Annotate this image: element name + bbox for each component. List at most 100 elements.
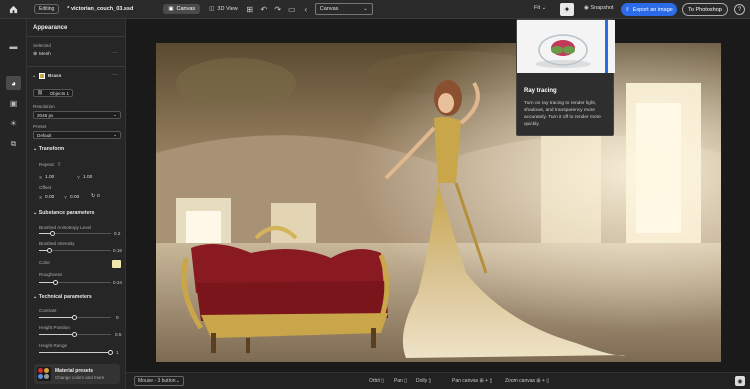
view-select-value: Canvas	[319, 6, 339, 12]
mouse-icon: ▯	[489, 378, 493, 384]
link-icon: ⛓	[37, 90, 43, 95]
resolution-label: Resolution	[33, 104, 55, 109]
key-icon: ⊞	[479, 378, 484, 384]
lock-icon[interactable]: ▯	[58, 161, 61, 167]
presets-subtitle: Change colors and more	[55, 375, 105, 380]
export-icon: ⇧	[625, 6, 630, 13]
preset-label: Preset	[33, 124, 47, 129]
height-position-slider[interactable]	[39, 332, 111, 337]
transform-title: Transform	[38, 146, 65, 152]
substance-section[interactable]: ⌄ Substance parameters	[33, 210, 94, 216]
material-presets-card[interactable]: Material presets Change colors and more	[34, 364, 120, 384]
resolution-select[interactable]: 2048 px ⌄	[33, 111, 121, 119]
preset-select[interactable]: Default ⌄	[33, 131, 121, 139]
cube-icon: ◫	[209, 6, 215, 12]
tech-param-value: 0	[116, 315, 119, 320]
rotation-field[interactable]: ↻ 0	[91, 194, 100, 199]
technical-section[interactable]: ⌄ Technical parameters	[33, 294, 92, 300]
history-icon[interactable]: ▭	[285, 2, 299, 16]
info-icon[interactable]: ◉	[735, 376, 745, 386]
repeat-x-label: X	[39, 175, 43, 180]
tech-param-value: 0.5	[115, 332, 122, 337]
light-icon[interactable]: ☀	[6, 116, 21, 130]
appearance-icon[interactable]: ◕	[6, 76, 21, 90]
pan-hint: Pan ▯	[394, 378, 407, 384]
slider-knob[interactable]	[72, 315, 77, 320]
mouse-mode-select[interactable]: Mouse - 3 button ⌄	[134, 376, 184, 386]
material-row[interactable]: ⌄ Brass	[32, 73, 61, 79]
folder-icon[interactable]: ▬	[6, 39, 21, 53]
render-image	[156, 43, 721, 362]
tech-param-label: Height Range	[39, 343, 68, 348]
objects-chip[interactable]: ⛓ Objects 1	[33, 89, 73, 97]
export-image-button[interactable]: ⇧ Export an image	[621, 3, 677, 16]
home-icon[interactable]	[0, 0, 26, 19]
render-viewport[interactable]	[156, 43, 721, 362]
param-label: Brushed Anisotropy Level	[39, 225, 92, 230]
fit-label: Fit	[534, 5, 541, 11]
param-label: Brushed Intensity	[39, 241, 75, 246]
chevron-down-icon: ⌄	[363, 6, 368, 12]
slider-knob[interactable]	[50, 231, 56, 236]
slider-knob[interactable]	[72, 332, 77, 337]
view-select[interactable]: Canvas ⌄	[314, 3, 373, 15]
offset-y-field[interactable]: 0.00	[70, 195, 79, 200]
mouse-icon: ▯	[404, 378, 408, 384]
transform-section[interactable]: ⌄ Transform	[33, 146, 64, 152]
preset-value: Default	[37, 132, 52, 138]
mode-badge: Editing	[34, 4, 60, 14]
dolly-label: Dolly	[416, 378, 428, 384]
mouse-icon: ▯	[546, 378, 550, 384]
zoom-canvas-hint: Zoom canvas ⊞ + ▯	[505, 378, 550, 384]
roughness-slider[interactable]	[39, 280, 111, 285]
canvas-icon: ▣	[168, 6, 174, 12]
snapshot-button[interactable]: ◉ Snapshot	[584, 5, 614, 11]
anisotropy-slider[interactable]	[39, 231, 111, 236]
repeat-x-field[interactable]: 1.00	[45, 175, 54, 180]
ray-tracing-icon: ✦	[563, 5, 571, 14]
contrast-slider[interactable]	[39, 315, 111, 320]
chevron-left-icon[interactable]: ‹	[299, 2, 313, 16]
fit-dropdown[interactable]: Fit ⌄	[534, 5, 546, 11]
selected-label: Selected	[33, 43, 51, 48]
ray-tracing-button[interactable]: ✦	[560, 3, 574, 16]
appearance-panel: Appearance Selected ⊕ Mesh ··· ⌄ Brass ·…	[27, 19, 126, 389]
tooltip-body: Turn on ray tracing to render light, sha…	[524, 101, 601, 127]
presets-thumbnail	[37, 367, 51, 381]
repeat-y-field[interactable]: 1.00	[83, 175, 92, 180]
undo-icon[interactable]: ↶	[257, 2, 271, 16]
more-icon[interactable]: ···	[112, 72, 118, 78]
offset-y-label: Y	[64, 195, 68, 200]
more-icon[interactable]: ···	[112, 50, 118, 56]
color-swatch[interactable]	[112, 260, 121, 268]
help-icon[interactable]: ?	[734, 4, 745, 15]
canvas-tab[interactable]: ▣ Canvas	[163, 4, 201, 14]
param-value: 0.15	[113, 248, 122, 253]
chevron-down-icon: ⌄	[113, 132, 117, 137]
scene-icon[interactable]: ▣	[6, 96, 21, 110]
rotate-icon: ↻	[91, 194, 96, 199]
slider-knob[interactable]	[53, 280, 59, 285]
material-name: Brass	[48, 73, 62, 79]
chevron-down-icon: ⌄	[32, 73, 37, 79]
param-value: 0.2	[114, 231, 121, 236]
chevron-down-icon: ⌄	[113, 112, 117, 117]
export-panel-icon[interactable]: ⧉	[6, 137, 21, 151]
to-photoshop-button[interactable]: To Photoshop	[682, 3, 728, 16]
tech-param-label: Contrast	[39, 308, 57, 313]
dolly-hint: Dolly ▯	[416, 378, 431, 384]
view3d-tab[interactable]: ◫ 3D View	[204, 4, 243, 14]
height-range-slider[interactable]	[39, 350, 113, 355]
view3d-tab-label: 3D View	[217, 6, 238, 12]
zoom-canvas-label: Zoom canvas	[505, 378, 536, 384]
selected-value[interactable]: ⊕ Mesh	[33, 52, 51, 57]
add-icon[interactable]: ⊞	[243, 2, 257, 16]
repeat-label: Repeat	[39, 162, 54, 167]
material-thumb	[39, 73, 46, 79]
slider-knob[interactable]	[108, 350, 113, 355]
offset-x-field[interactable]: 0.00	[45, 195, 54, 200]
redo-icon[interactable]: ↷	[271, 2, 285, 16]
slider-knob[interactable]	[46, 248, 52, 253]
technical-title: Technical parameters	[38, 294, 92, 300]
intensity-slider[interactable]	[39, 248, 111, 253]
